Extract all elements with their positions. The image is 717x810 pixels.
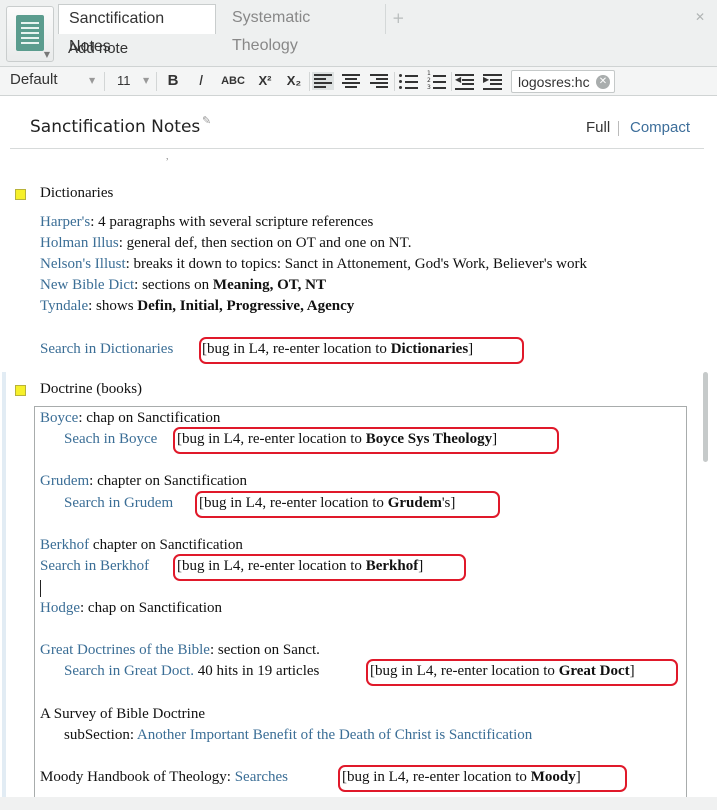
note-line: Boyce: chap on Sanctification bbox=[40, 410, 221, 426]
nelsons-link[interactable]: Nelson's Illust bbox=[40, 256, 126, 272]
chevron-down-icon: ▼ bbox=[43, 50, 50, 59]
new-bible-dict-link[interactable]: New Bible Dict bbox=[40, 277, 134, 293]
selection-gutter bbox=[2, 372, 6, 797]
note-line: Hodge: chap on Sanctification bbox=[40, 600, 223, 616]
bulleted-list-icon[interactable] bbox=[399, 72, 419, 90]
hodge-link[interactable]: Hodge bbox=[40, 600, 80, 616]
grudem-link[interactable]: Grudem bbox=[40, 473, 89, 489]
note-line: Nelson's Illust: breaks it down to topic… bbox=[40, 256, 587, 272]
highlight-marker-icon bbox=[15, 385, 26, 396]
note-line: Tyndale: shows Defin, Initial, Progressi… bbox=[40, 298, 355, 314]
boyce-link[interactable]: Boyce bbox=[40, 410, 78, 426]
tab-sanctification-notes[interactable]: Sanctification Notes bbox=[58, 4, 216, 55]
format-toolbar: Default ▼ 11 ▼ B I ABC X² X₂ 123 ◀ ▶ log… bbox=[0, 67, 717, 96]
note-line: Moody Handbook of Theology: Searches bbox=[40, 769, 289, 785]
harpers-link[interactable]: Harper's bbox=[40, 214, 90, 230]
font-size-select[interactable]: 11 bbox=[117, 73, 131, 88]
small-caps-button[interactable]: ABC bbox=[219, 70, 247, 92]
compact-view-button[interactable]: Compact bbox=[630, 119, 690, 136]
search-berkhof-link[interactable]: Search in Berkhof bbox=[40, 558, 149, 575]
vertical-scrollbar[interactable] bbox=[703, 372, 708, 462]
note-line: New Bible Dict: sections on Meaning, OT,… bbox=[40, 277, 326, 293]
great-doctrines-link[interactable]: Great Doctrines of the Bible bbox=[40, 642, 210, 658]
indent-icon[interactable]: ▶ bbox=[483, 72, 503, 90]
text-cursor bbox=[40, 580, 41, 597]
chevron-down-icon[interactable]: ▼ bbox=[89, 76, 95, 85]
location-value: logosres:hc bbox=[518, 74, 590, 90]
numbered-list-icon[interactable]: 123 bbox=[427, 70, 447, 91]
bug-note: [bug in L4, re-enter location to Moody] bbox=[342, 769, 581, 785]
clear-icon[interactable]: ✕ bbox=[596, 75, 610, 89]
bottom-edge bbox=[0, 797, 717, 810]
subscript-button[interactable]: X₂ bbox=[283, 70, 305, 92]
search-great-doct-link[interactable]: Search in Great Doct. bbox=[64, 663, 194, 679]
survey-subsection-link[interactable]: Another Important Benefit of the Death o… bbox=[137, 727, 532, 743]
bug-note: [bug in L4, re-enter location to Berkhof… bbox=[177, 558, 424, 574]
search-boyce-link[interactable]: Seach in Boyce bbox=[64, 431, 157, 448]
berkhof-link[interactable]: Berkhof bbox=[40, 537, 89, 553]
bug-note: [bug in L4, re-enter location to Great D… bbox=[370, 663, 635, 679]
bug-note: [bug in L4, re-enter location to Boyce S… bbox=[177, 431, 498, 447]
window-header: ▼ Sanctification Notes Systematic Theolo… bbox=[0, 0, 717, 67]
chevron-down-icon[interactable]: ▼ bbox=[143, 76, 149, 85]
survey-title: A Survey of Bible Doctrine bbox=[40, 706, 205, 722]
add-note-button[interactable]: Add note bbox=[68, 40, 128, 57]
note-line: Berkhof chapter on Sanctification bbox=[40, 537, 243, 553]
section-heading-dictionaries: Dictionaries bbox=[40, 185, 114, 201]
note-line: subSection: Another Important Benefit of… bbox=[64, 727, 533, 743]
note-line: Great Doctrines of the Bible: section on… bbox=[40, 642, 320, 658]
notes-document-icon bbox=[16, 15, 44, 51]
style-select[interactable]: Default bbox=[10, 71, 58, 88]
highlight-marker-icon bbox=[15, 189, 26, 200]
outdent-icon[interactable]: ◀ bbox=[455, 72, 475, 90]
search-grudem-link[interactable]: Search in Grudem bbox=[64, 495, 173, 512]
tab-systematic-theology[interactable]: Systematic Theology bbox=[222, 4, 386, 54]
close-icon[interactable]: ✕ bbox=[695, 10, 705, 24]
align-left-icon[interactable] bbox=[312, 72, 334, 90]
note-line: Search in Great Doct. 40 hits in 19 arti… bbox=[64, 663, 320, 679]
moody-searches-link[interactable]: Searches bbox=[235, 769, 288, 785]
tyndale-link[interactable]: Tyndale bbox=[40, 298, 88, 314]
pencil-icon[interactable]: ✎ bbox=[202, 114, 211, 127]
truncated-text: , bbox=[166, 151, 169, 162]
note-line: Grudem: chapter on Sanctification bbox=[40, 473, 248, 489]
italic-button[interactable]: I bbox=[194, 70, 208, 92]
note-title[interactable]: Sanctification Notes bbox=[30, 117, 200, 137]
holman-link[interactable]: Holman Illus bbox=[40, 235, 119, 251]
superscript-button[interactable]: X² bbox=[254, 70, 276, 92]
add-tab-icon[interactable]: + bbox=[392, 9, 405, 27]
section-heading-doctrine: Doctrine (books) bbox=[40, 381, 143, 397]
search-dictionaries-link[interactable]: Search in Dictionaries bbox=[40, 341, 173, 358]
align-center-icon[interactable] bbox=[341, 72, 361, 90]
bug-note: [bug in L4, re-enter location to Grudem'… bbox=[199, 495, 456, 511]
note-line: Holman Illus: general def, then section … bbox=[40, 235, 412, 251]
notes-app-menu-button[interactable]: ▼ bbox=[6, 6, 54, 62]
location-field[interactable]: logosres:hc ✕ bbox=[511, 70, 615, 93]
bug-note: [bug in L4, re-enter location to Diction… bbox=[202, 341, 474, 357]
note-line: Harper's: 4 paragraphs with several scri… bbox=[40, 214, 374, 230]
full-view-button[interactable]: Full bbox=[586, 119, 610, 136]
align-right-icon[interactable] bbox=[369, 72, 389, 90]
bold-button[interactable]: B bbox=[165, 70, 181, 92]
